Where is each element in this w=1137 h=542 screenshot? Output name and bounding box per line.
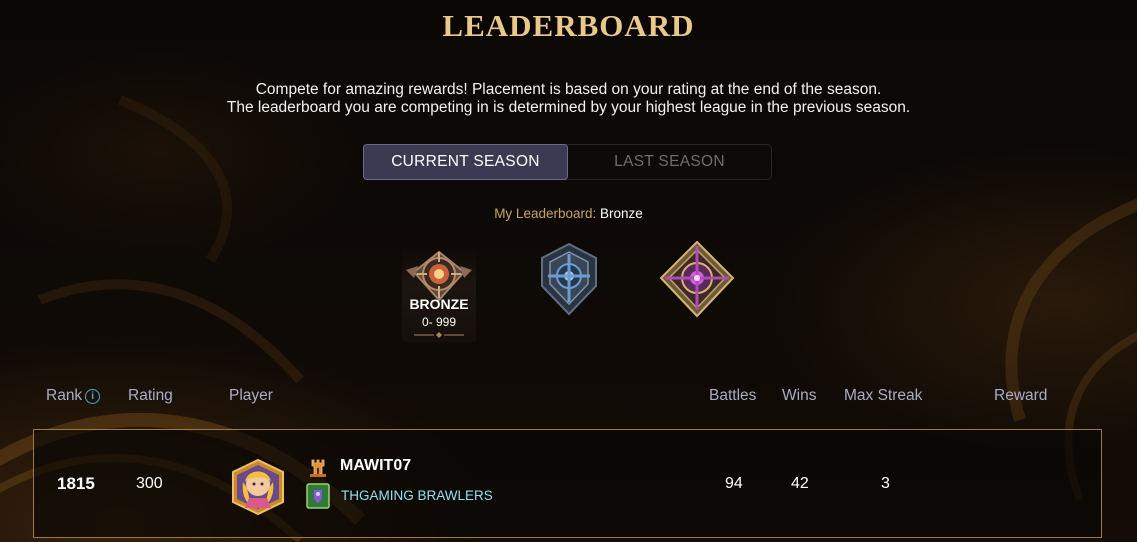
ornament-divider-icon — [414, 332, 464, 338]
column-header-rank: Rank i — [46, 387, 101, 405]
gold-league-icon[interactable] — [659, 240, 735, 318]
column-header-player: Player — [229, 387, 273, 404]
silver-league-icon[interactable] — [534, 240, 604, 318]
my-leaderboard-value: Bronze — [600, 206, 643, 221]
column-header-wins: Wins — [782, 387, 817, 404]
tab-current-season[interactable]: CURRENT SEASON — [363, 144, 568, 180]
row-max-streak: 3 — [881, 475, 890, 492]
guild-name[interactable]: THGAMING BRAWLERS — [341, 488, 493, 503]
column-header-max-streak: Max Streak — [844, 387, 923, 404]
column-header-reward: Reward — [994, 387, 1048, 404]
row-battles: 94 — [725, 475, 743, 492]
table-row[interactable]: 1815 300 MAWIT07 THGAMING BRAWLERS 94 42 — [33, 429, 1102, 538]
subtitle-line-2: The leaderboard you are competing in is … — [226, 99, 911, 116]
my-leaderboard-label: My Leaderboard: — [494, 206, 597, 221]
row-wins: 42 — [791, 475, 809, 492]
tab-last-season[interactable]: LAST SEASON — [568, 145, 771, 179]
player-name[interactable]: MAWIT07 — [340, 457, 411, 475]
row-rating: 300 — [136, 475, 163, 492]
info-icon[interactable]: i — [85, 389, 101, 404]
page-subtitle: Compete for amazing rewards! Placement i… — [0, 81, 1137, 117]
bronze-league-range: 0- 999 — [421, 315, 457, 329]
my-leaderboard: My Leaderboard: Bronze — [0, 206, 1137, 221]
bronze-league-name: BRONZE — [409, 296, 469, 312]
column-header-battles: Battles — [709, 387, 757, 404]
row-rank: 1815 — [57, 474, 95, 493]
page-title: LEADERBOARD — [442, 8, 695, 43]
subtitle-line-1: Compete for amazing rewards! Placement i… — [255, 81, 882, 98]
leaderboard-page: LEADERBOARD Compete for amazing rewards!… — [0, 0, 1137, 542]
guild-banner-icon — [306, 483, 330, 509]
column-header-rating: Rating — [128, 387, 173, 404]
avatar[interactable] — [229, 458, 287, 516]
title-tower-icon — [310, 459, 326, 477]
rank-header-label: Rank — [46, 387, 83, 404]
season-tabs: CURRENT SEASON LAST SEASON — [363, 144, 772, 180]
